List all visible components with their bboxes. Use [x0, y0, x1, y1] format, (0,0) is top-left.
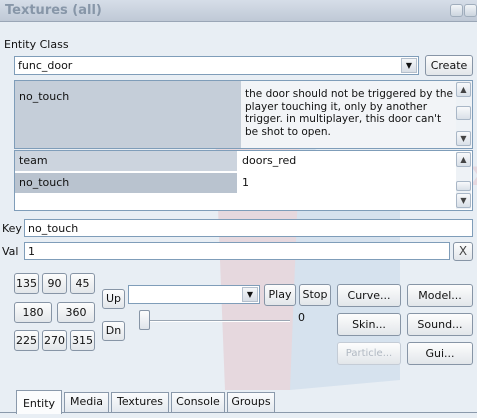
particle-button[interactable]: Particle... [337, 342, 401, 365]
chevron-down-icon[interactable]: ▼ [401, 58, 417, 73]
up-button[interactable]: Up [102, 289, 125, 309]
title-bar[interactable]: Textures (all) [0, 0, 477, 22]
curve-button[interactable]: Curve... [337, 284, 401, 307]
scroll-up-icon[interactable]: ▲ [456, 152, 471, 167]
row-value: doors_red [242, 154, 297, 167]
clear-val-button[interactable]: X [453, 242, 473, 261]
keyvalue-list: team doors_red no_touch 1 ▲ ▼ [14, 150, 473, 211]
minimize-button[interactable] [450, 4, 463, 17]
tab-strip-line [0, 412, 477, 413]
angle-45-button[interactable]: 45 [70, 273, 95, 294]
key-input-value: no_touch [28, 222, 79, 235]
keyvalue-scrollbar[interactable]: ▲ ▼ [456, 152, 471, 209]
entity-class-value: func_door [18, 59, 73, 72]
tab-entity[interactable]: Entity [16, 390, 62, 414]
tab-console[interactable]: Console [171, 392, 225, 412]
close-button[interactable] [464, 4, 477, 17]
key-input[interactable]: no_touch [24, 219, 473, 237]
spawnflag-name: no_touch [19, 90, 70, 103]
val-input[interactable]: 1 [24, 242, 450, 260]
row-value: 1 [242, 176, 249, 189]
model-button[interactable]: Model... [407, 284, 473, 307]
tab-textures[interactable]: Textures [111, 392, 169, 412]
frame-slider-track[interactable] [150, 320, 290, 322]
stop-button[interactable]: Stop [299, 284, 331, 306]
scroll-thumb[interactable] [456, 181, 471, 191]
create-button[interactable]: Create [425, 55, 473, 76]
row-key: team [19, 154, 48, 167]
angle-135-button[interactable]: 135 [14, 273, 39, 294]
tab-groups[interactable]: Groups [227, 392, 275, 412]
frame-slider-value: 0 [298, 311, 305, 324]
angle-315-button[interactable]: 315 [70, 330, 95, 351]
val-input-value: 1 [28, 245, 35, 258]
angle-180-button[interactable]: 180 [14, 302, 52, 323]
angle-90-button[interactable]: 90 [42, 273, 67, 294]
tab-media[interactable]: Media [64, 392, 109, 412]
chevron-down-icon[interactable]: ▼ [242, 287, 258, 302]
table-row[interactable]: team doors_red [15, 151, 457, 171]
row-key: no_touch [19, 176, 70, 189]
spawnflags-panel: no_touch the door should not be triggere… [14, 80, 473, 149]
scroll-down-icon[interactable]: ▼ [456, 131, 471, 146]
table-row-selected[interactable]: no_touch 1 [15, 173, 457, 193]
sound-button[interactable]: Sound... [407, 313, 473, 336]
down-button[interactable]: Dn [102, 321, 125, 341]
key-label: Key [2, 222, 22, 235]
gui-button[interactable]: Gui... [407, 342, 473, 365]
frame-slider-thumb[interactable] [139, 310, 150, 330]
spawnflags-scrollbar[interactable]: ▲ ▼ [456, 82, 471, 147]
angle-225-button[interactable]: 225 [14, 330, 39, 351]
angle-360-button[interactable]: 360 [57, 302, 95, 323]
scroll-down-icon[interactable]: ▼ [456, 193, 471, 208]
spawnflag-item[interactable]: no_touch [15, 81, 241, 148]
entity-class-select[interactable]: func_door ▼ [14, 56, 419, 75]
entity-class-label: Entity Class [4, 38, 69, 51]
angle-270-button[interactable]: 270 [42, 330, 67, 351]
spawnflag-description: the door should not be triggered by the … [245, 88, 453, 138]
val-label: Val [2, 245, 19, 258]
animation-select[interactable]: ▼ [128, 285, 260, 304]
skin-button[interactable]: Skin... [337, 313, 401, 336]
window-title: Textures (all) [5, 3, 102, 18]
scroll-up-icon[interactable]: ▲ [456, 82, 471, 97]
play-button[interactable]: Play [264, 284, 296, 306]
scroll-thumb[interactable] [456, 106, 471, 120]
